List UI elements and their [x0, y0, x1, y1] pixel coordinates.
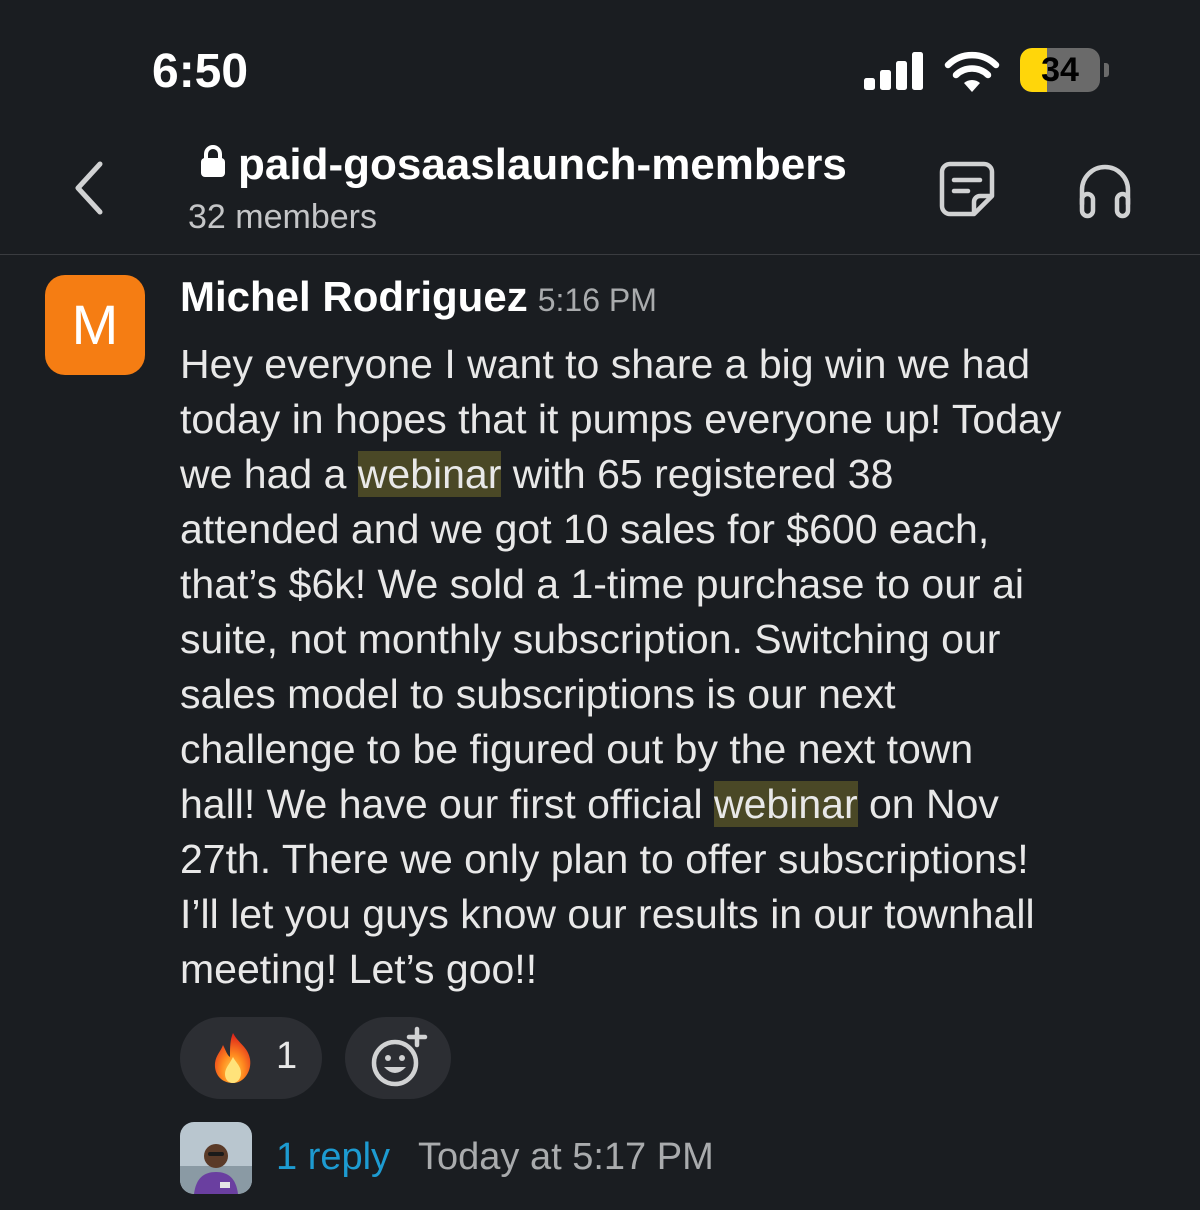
battery-body: 34	[1020, 48, 1100, 92]
avatar[interactable]: M	[45, 275, 145, 375]
message-line: that’s $6k! We sold a 1-time purchase to…	[180, 557, 1170, 612]
channel-name-label: paid-gosaaslaunch-members	[238, 140, 847, 189]
message-text: sales model to subscriptions is our next	[180, 671, 896, 717]
fire-icon	[214, 1033, 251, 1083]
lock-icon	[201, 145, 225, 177]
message-text: I’ll let you guys know our results in ou…	[180, 891, 1035, 937]
message-line: sales model to subscriptions is our next	[180, 667, 1170, 722]
add-emoji-icon	[371, 1026, 428, 1087]
status-time: 6:50	[152, 45, 249, 98]
search-highlight: webinar	[714, 781, 858, 827]
message-text: challenge to be figured out by the next …	[180, 726, 974, 772]
message-line: attended and we got 10 sales for $600 ea…	[180, 502, 1170, 557]
canvas-icon[interactable]	[938, 160, 996, 218]
message-text: on Nov	[857, 781, 999, 827]
user-photo-icon	[180, 1122, 252, 1194]
battery-tip	[1104, 63, 1109, 77]
back-chevron-icon[interactable]	[64, 158, 116, 218]
message-header: Michel Rodriguez 5:16 PM	[180, 273, 657, 321]
wifi-icon	[944, 51, 1000, 92]
message-line: I’ll let you guys know our results in ou…	[180, 887, 1170, 942]
reply-count-link[interactable]: 1 reply	[276, 1136, 390, 1179]
message-line: 27th. There we only plan to offer subscr…	[180, 832, 1170, 887]
reply-timestamp: Today at 5:17 PM	[418, 1136, 714, 1178]
message-line: Hey everyone I want to share a big win w…	[180, 337, 1170, 392]
message-timestamp: 5:16 PM	[537, 282, 657, 318]
battery-icon: 34	[1020, 48, 1110, 92]
reaction-fire[interactable]: 1	[180, 1017, 322, 1099]
battery-level: 34	[1041, 51, 1079, 89]
message-text: suite, not monthly subscription. Switchi…	[180, 616, 1001, 662]
message-line: hall! We have our first official webinar…	[180, 777, 1170, 832]
message-text: today in hopes that it pumps everyone up…	[180, 396, 1062, 442]
message-body: Hey everyone I want to share a big win w…	[180, 337, 1170, 997]
message-text: we had a	[180, 451, 358, 497]
status-bar: 6:50 34	[0, 0, 1200, 130]
search-highlight: webinar	[357, 451, 502, 497]
message-text: meeting! Let’s goo!!	[180, 946, 538, 992]
message-line: meeting! Let’s goo!!	[180, 942, 1170, 997]
message-text: 27th. There we only plan to offer subscr…	[180, 836, 1029, 882]
message-line: we had a webinar with 65 registered 38	[180, 447, 1170, 502]
channel-title[interactable]: paid-gosaaslaunch-members	[200, 140, 847, 190]
message-text: hall! We have our first official	[180, 781, 715, 827]
add-reaction-button[interactable]	[345, 1017, 451, 1099]
message-line: challenge to be figured out by the next …	[180, 722, 1170, 777]
message-text: with 65 registered 38	[501, 451, 894, 497]
author-name[interactable]: Michel Rodriguez	[180, 273, 528, 320]
message-text: attended and we got 10 sales for $600 ea…	[180, 506, 990, 552]
message-text: that’s $6k! We sold a 1-time purchase to…	[180, 561, 1024, 607]
signal-icon	[864, 52, 923, 90]
message-text: Hey everyone I want to share a big win w…	[180, 341, 1031, 387]
member-count[interactable]: 32 members	[188, 198, 377, 237]
huddle-headphones-icon[interactable]	[1076, 160, 1134, 220]
message-line: today in hopes that it pumps everyone up…	[180, 392, 1170, 447]
channel-header: paid-gosaaslaunch-members 32 members	[0, 130, 1200, 255]
reaction-count: 1	[276, 1035, 298, 1077]
message-line: suite, not monthly subscription. Switchi…	[180, 612, 1170, 667]
reply-avatar[interactable]	[180, 1122, 252, 1194]
